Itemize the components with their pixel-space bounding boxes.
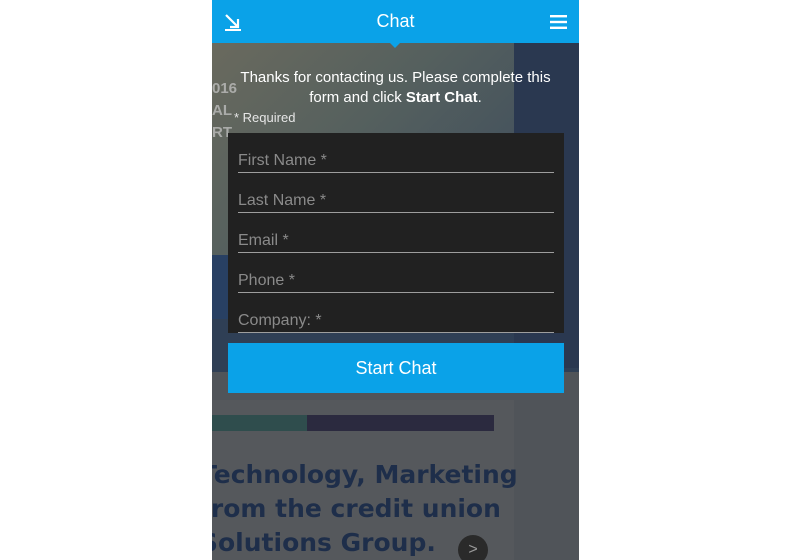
intro-end: . [477,89,482,106]
intro-bold-text: Start Chat [405,89,478,106]
company-field[interactable] [238,310,554,333]
next-arrow-button[interactable]: > [458,535,488,560]
first-name-field[interactable] [238,150,554,173]
required-note: * Required [234,110,296,125]
chat-header: Chat [212,0,579,48]
intro-text: Thanks for contacting us. Please complet… [240,69,551,106]
background-bar-teal [212,415,307,431]
phone-field[interactable] [238,270,554,293]
background-heading: Technology, Marketing from the credit un… [212,460,518,557]
background-bar-purple [307,415,494,431]
chat-window: 016 AL RT Technology, Marketing from the… [212,0,579,560]
header-pointer [389,42,401,48]
email-field[interactable] [238,230,554,253]
hamburger-menu-icon[interactable] [550,15,567,29]
intro-message: Thanks for contacting us. Please complet… [234,68,557,108]
last-name-field[interactable] [238,190,554,213]
chat-form [228,133,564,333]
chat-title: Chat [376,11,415,31]
start-chat-button[interactable]: Start Chat [228,343,564,393]
